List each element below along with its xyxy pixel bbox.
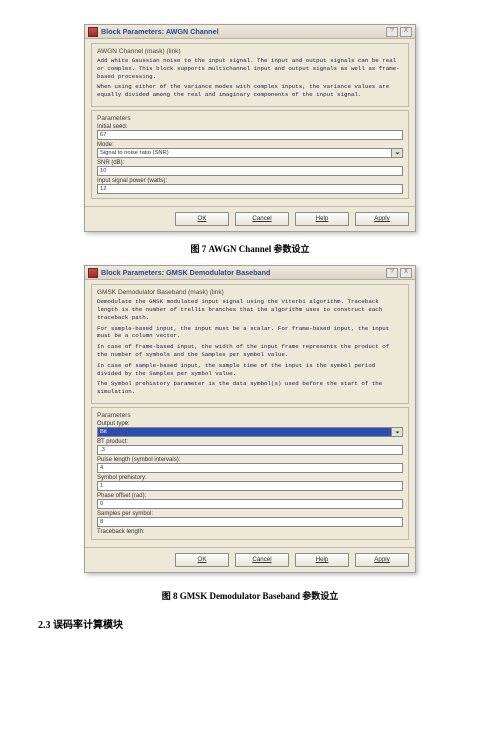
help-button[interactable]: Help [295, 553, 349, 567]
button-bar: OK Cancel Help Apply [85, 547, 415, 572]
figure-caption: 图 8 GMSK Demodulator Baseband 参数设立 [38, 589, 462, 602]
cancel-button[interactable]: Cancel [235, 553, 289, 567]
titlebar[interactable]: Block Parameters: AWGN Channel ? X [85, 25, 415, 39]
parameters-group: Parameters Output type: Bit BT product: … [91, 407, 409, 540]
input-power-input[interactable]: 12 [97, 184, 403, 194]
symbol-prehistory-input[interactable]: 1 [97, 481, 403, 491]
dialog-body: AWGN Channel (mask) (link) Add white Gau… [85, 39, 415, 206]
block-name: GMSK Demodulator Baseband (mask) (link) [97, 289, 403, 296]
description-text: When using either of the variance modes … [97, 83, 403, 99]
description-text: In case of sample-based input, the sampl… [97, 362, 403, 378]
ok-button[interactable]: OK [175, 553, 229, 567]
chevron-down-icon [391, 428, 402, 436]
initial-seed-input[interactable]: 67 [97, 130, 403, 140]
description-text: Add white Gaussian noise to the input si… [97, 57, 403, 80]
apply-button[interactable]: Apply [355, 212, 409, 226]
chevron-down-icon [391, 149, 402, 157]
window-buttons: ? X [386, 27, 412, 37]
description-text: The Symbol prehistory parameter is the d… [97, 380, 403, 396]
apply-button[interactable]: Apply [355, 553, 409, 567]
description-group: AWGN Channel (mask) (link) Add white Gau… [91, 43, 409, 107]
samples-per-symbol-input[interactable]: 8 [97, 517, 403, 527]
pulse-length-input[interactable]: 4 [97, 463, 403, 473]
dialog-body: GMSK Demodulator Baseband (mask) (link) … [85, 280, 415, 547]
bt-product-input[interactable]: .3 [97, 445, 403, 455]
block-name: AWGN Channel (mask) (link) [97, 48, 403, 55]
mode-selected: Signal to noise ratio (SNR) [98, 149, 391, 157]
help-button[interactable]: Help [295, 212, 349, 226]
description-text: Demodulate the GMSK modulated input sign… [97, 298, 403, 321]
window-buttons: ? X [386, 268, 412, 278]
titlebar[interactable]: Block Parameters: GMSK Demodulator Baseb… [85, 266, 415, 280]
help-window-button[interactable]: ? [386, 268, 398, 278]
awgn-dialog: Block Parameters: AWGN Channel ? X AWGN … [84, 24, 416, 232]
gmsk-dialog: Block Parameters: GMSK Demodulator Baseb… [84, 265, 416, 573]
app-icon [88, 27, 98, 37]
output-type-dropdown[interactable]: Bit [97, 427, 403, 437]
ok-button[interactable]: OK [175, 212, 229, 226]
mode-dropdown[interactable]: Signal to noise ratio (SNR) [97, 148, 403, 158]
description-group: GMSK Demodulator Baseband (mask) (link) … [91, 284, 409, 404]
close-window-button[interactable]: X [400, 27, 412, 37]
window-title: Block Parameters: AWGN Channel [101, 27, 386, 36]
section-heading: 2.3 误码率计算模块 [38, 616, 462, 631]
window-title: Block Parameters: GMSK Demodulator Baseb… [101, 268, 386, 277]
figure-caption: 图 7 AWGN Channel 参数设立 [38, 242, 462, 255]
parameters-label: Parameters [97, 115, 403, 122]
button-bar: OK Cancel Help Apply [85, 206, 415, 231]
parameters-group: Parameters Initial seed: 67 Mode: Signal… [91, 110, 409, 199]
description-text: For sample-based input, the input must b… [97, 325, 403, 341]
app-icon [88, 268, 98, 278]
close-window-button[interactable]: X [400, 268, 412, 278]
help-window-button[interactable]: ? [386, 27, 398, 37]
output-type-selected: Bit [98, 428, 391, 436]
parameters-label: Parameters [97, 412, 403, 419]
cancel-button[interactable]: Cancel [235, 212, 289, 226]
snr-input[interactable]: 10 [97, 166, 403, 176]
description-text: In case of frame-based input, the width … [97, 343, 403, 359]
document-page: Block Parameters: AWGN Channel ? X AWGN … [0, 24, 500, 731]
phase-offset-input[interactable]: 0 [97, 499, 403, 509]
traceback-length-label: Traceback length: [97, 529, 403, 535]
